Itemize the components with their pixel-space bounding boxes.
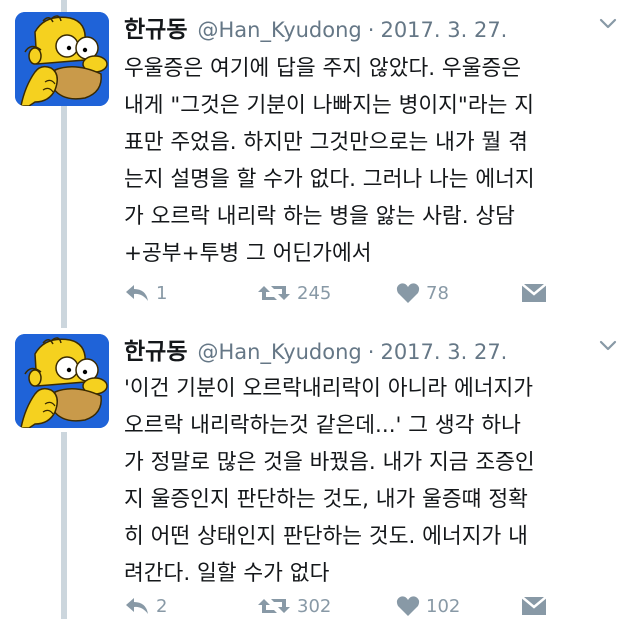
like-button[interactable]: 102 [396,591,460,619]
heart-icon [396,595,420,617]
reply-icon [124,596,150,616]
tweet[interactable]: 한규동 @Han_Kyudong · 2017. 3. 27. '이건 기분이 … [0,320,635,619]
chevron-down-icon[interactable] [599,340,617,352]
retweet-count: 302 [297,595,332,617]
reply-button[interactable]: 2 [124,591,167,619]
reply-icon [124,283,150,303]
tweet-thread: 한규동 @Han_Kyudong · 2017. 3. 27. 우울증은 여기에… [0,0,635,619]
avatar-homer-image [15,334,109,428]
tweet-text: 우울증은 여기에 답을 주지 않았다. 우울증은 내게 "그것은 기분이 나빠지… [124,56,535,266]
display-name[interactable]: 한규동 [124,332,187,366]
avatar[interactable] [15,12,109,106]
reply-count: 2 [156,595,168,617]
reply-button[interactable]: 1 [124,278,167,308]
tweet-actions: 2 302 102 [124,591,624,619]
tweet-header: 한규동 @Han_Kyudong · 2017. 3. 27. [124,332,507,366]
user-handle[interactable]: @Han_Kyudong [197,340,361,364]
avatar-homer-image [15,12,109,106]
tweet-actions: 1 245 78 [124,278,624,308]
tweet[interactable]: 한규동 @Han_Kyudong · 2017. 3. 27. 우울증은 여기에… [0,0,635,320]
retweet-button[interactable]: 302 [257,591,331,619]
chevron-down-icon[interactable] [599,18,617,30]
tweet-date[interactable]: 2017. 3. 27. [380,18,507,42]
tweet-date[interactable]: 2017. 3. 27. [380,340,507,364]
envelope-icon [521,596,547,616]
retweet-count: 245 [297,282,332,304]
header-separator: · [367,340,375,364]
tweet-header: 한규동 @Han_Kyudong · 2017. 3. 27. [124,10,507,44]
retweet-icon [257,595,291,617]
like-count: 78 [426,282,449,304]
display-name[interactable]: 한규동 [124,10,187,44]
envelope-icon [521,283,547,303]
retweet-icon [257,282,291,304]
reply-count: 1 [156,282,168,304]
direct-message-button[interactable] [521,591,553,619]
header-separator: · [367,18,375,42]
retweet-button[interactable]: 245 [257,278,331,308]
user-handle[interactable]: @Han_Kyudong [197,18,361,42]
like-button[interactable]: 78 [396,278,449,308]
tweet-text: '이건 기분이 오르락내리락이 아니라 에너지가 오르락 내리락하는것 같은데.… [124,376,535,586]
direct-message-button[interactable] [521,278,553,308]
like-count: 102 [426,595,461,617]
heart-icon [396,282,420,304]
avatar[interactable] [15,334,109,428]
